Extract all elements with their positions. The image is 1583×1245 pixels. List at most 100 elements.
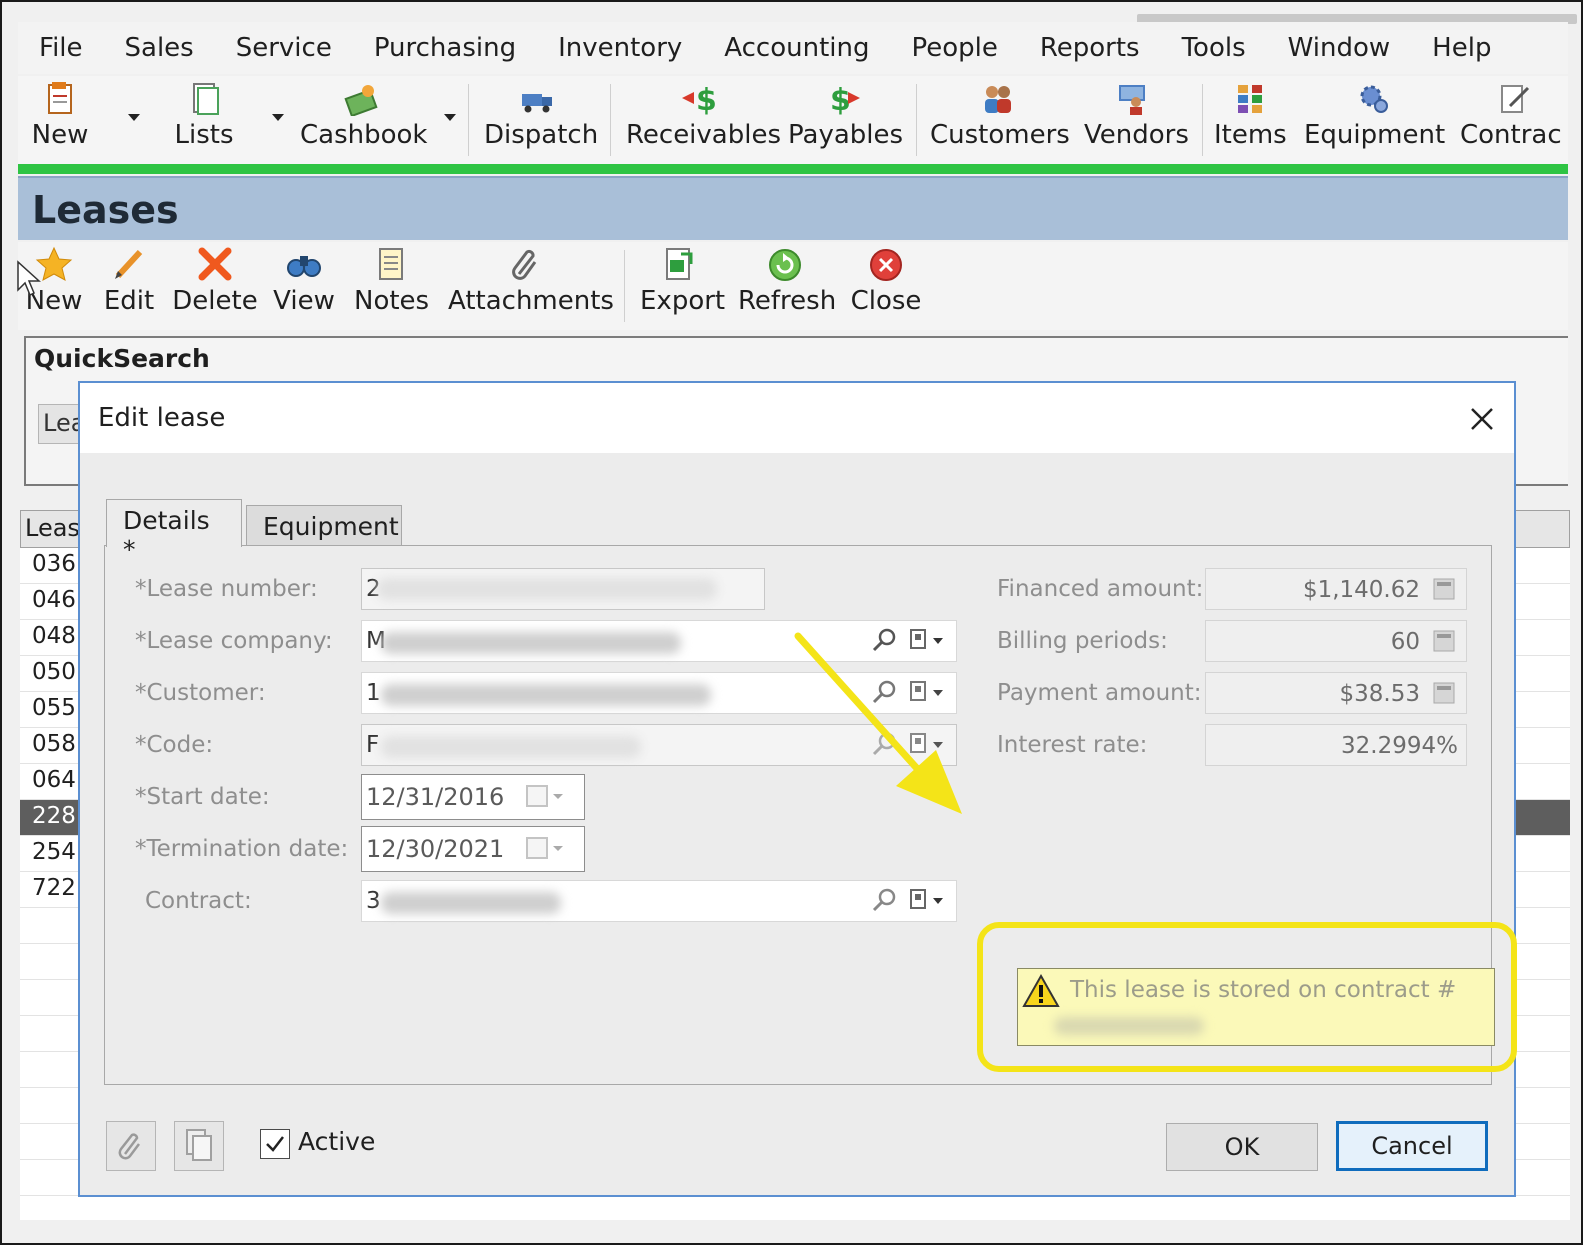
redacted-value (381, 736, 641, 758)
toolbar-vendors-button[interactable]: Vendors (1084, 76, 1189, 164)
code-label: *Code: (135, 732, 214, 758)
close-circle-icon (870, 249, 902, 281)
calculator-icon[interactable] (1433, 578, 1455, 600)
menu-file[interactable]: File (18, 33, 104, 63)
dialog-body: Details * Equipment *Lease number: 2 *Le… (80, 453, 1517, 1195)
toolbar-separator (610, 84, 611, 156)
refresh-icon (769, 249, 801, 281)
menu-people[interactable]: People (890, 33, 1018, 63)
lease-delete-button[interactable]: Delete (172, 242, 258, 330)
picker-dropdown-icon[interactable] (907, 730, 947, 758)
picker-dropdown-icon[interactable] (907, 678, 947, 706)
search-icon[interactable] (871, 626, 899, 654)
search-icon[interactable] (871, 886, 899, 914)
lease-edit-button[interactable]: Edit (102, 242, 156, 330)
payment-amount-field[interactable]: $38.53 (1205, 672, 1467, 714)
checkmark-icon (266, 1136, 284, 1152)
binoculars-icon (287, 256, 321, 277)
picker-dropdown-icon[interactable] (907, 886, 947, 914)
search-icon[interactable] (871, 730, 899, 758)
billing-periods-field[interactable]: 60 (1205, 620, 1467, 662)
customers-icon (985, 86, 1011, 113)
toolbar-receivables-button[interactable]: $ Receivables (626, 76, 781, 164)
lease-attachments-button[interactable]: Attachments (448, 242, 614, 330)
lease-view-button[interactable]: View (272, 242, 336, 330)
lease-notes-button[interactable]: Notes (354, 242, 429, 330)
cashbook-icon (344, 85, 378, 116)
grid-header-lease-column: Leas (25, 514, 80, 542)
menu-window[interactable]: Window (1267, 33, 1412, 63)
menu-sales[interactable]: Sales (104, 33, 215, 63)
cashbook-dropdown-arrow[interactable] (444, 114, 456, 121)
dialog-title: Edit lease (98, 403, 226, 433)
calendar-dropdown-icon[interactable] (525, 782, 569, 810)
calculator-icon[interactable] (1433, 682, 1455, 704)
active-label: Active (298, 1127, 376, 1156)
toolbar-cashbook-button[interactable]: Cashbook (300, 76, 428, 164)
page-title: Leases (32, 188, 179, 232)
export-icon (666, 248, 693, 280)
interest-rate-field[interactable]: 32.2994% (1205, 724, 1467, 766)
calendar-dropdown-icon[interactable] (525, 834, 569, 862)
toolbar-lists-button[interactable]: Lists (174, 76, 234, 164)
menu-service[interactable]: Service (215, 33, 353, 63)
items-icon (1238, 85, 1262, 113)
financed-amount-field[interactable]: $1,140.62 (1205, 568, 1467, 610)
menu-bar: File Sales Service Purchasing Inventory … (18, 22, 1568, 74)
lease-export-button[interactable]: Export (640, 242, 725, 330)
toolbar-contracts-button[interactable]: Contrac (1460, 76, 1568, 164)
menu-help[interactable]: Help (1411, 33, 1512, 63)
lists-dropdown-arrow[interactable] (272, 114, 284, 121)
ok-button[interactable]: OK (1166, 1123, 1318, 1171)
dispatch-truck-icon (522, 94, 552, 113)
cancel-button[interactable]: Cancel (1336, 1121, 1488, 1171)
paperclip-icon (512, 249, 537, 280)
financed-amount-label: Financed amount: (997, 576, 1204, 602)
new-dropdown-arrow[interactable] (128, 114, 140, 121)
copy-button[interactable] (174, 1121, 224, 1171)
toolbar-separator (1202, 84, 1203, 156)
contract-label: Contract: (145, 888, 252, 914)
new-document-icon (48, 82, 72, 114)
toolbar-dispatch-button[interactable]: Dispatch (484, 76, 598, 164)
toolbar-items-button[interactable]: Items (1214, 76, 1287, 164)
menu-accounting[interactable]: Accounting (703, 33, 890, 63)
toolbar-customers-button[interactable]: Customers (930, 76, 1070, 164)
toolbar-separator (624, 250, 625, 322)
main-toolbar: New Lists Cashbook Dispatch $ Receivable… (18, 76, 1568, 164)
active-checkbox[interactable] (260, 1129, 290, 1159)
menu-reports[interactable]: Reports (1019, 33, 1161, 63)
equipment-gear-icon (1360, 85, 1388, 113)
search-icon[interactable] (871, 678, 899, 706)
toolbar-separator (468, 84, 469, 156)
lease-close-button[interactable]: Close (850, 242, 922, 330)
tab-details[interactable]: Details * (106, 499, 242, 564)
quicksearch-label: QuickSearch (34, 344, 210, 373)
close-icon[interactable] (1464, 401, 1500, 437)
accent-bar (18, 164, 1568, 174)
toolbar-new-button[interactable]: New (30, 76, 90, 164)
menu-purchasing[interactable]: Purchasing (353, 33, 537, 63)
pencil-icon (115, 249, 143, 279)
details-tab-panel: *Lease number: 2 *Lease company: M *Cust… (104, 545, 1517, 1085)
module-header: Leases (18, 176, 1568, 240)
calculator-icon[interactable] (1433, 630, 1455, 652)
lease-company-label: *Lease company: (135, 628, 333, 654)
edit-lease-dialog: Edit lease Details * Equipment *Lease nu… (78, 381, 1517, 1197)
menu-tools[interactable]: Tools (1161, 33, 1267, 63)
menu-inventory[interactable]: Inventory (537, 33, 703, 63)
toolbar-payables-button[interactable]: $ Payables (788, 76, 903, 164)
attach-button[interactable] (106, 1121, 156, 1171)
payables-icon: $ (830, 83, 860, 116)
termination-date-label: *Termination date: (135, 836, 349, 862)
svg-text:$: $ (830, 83, 851, 116)
paperclip-icon (118, 1133, 140, 1160)
app-window: File Sales Service Purchasing Inventory … (0, 0, 1583, 1245)
redacted-value (381, 684, 711, 706)
toolbar-equipment-button[interactable]: Equipment (1304, 76, 1445, 164)
copy-icon (186, 1129, 212, 1161)
tab-equipment[interactable]: Equipment (246, 505, 402, 547)
picker-dropdown-icon[interactable] (907, 626, 947, 654)
lease-refresh-button[interactable]: Refresh (738, 242, 836, 330)
start-date-label: *Start date: (135, 784, 270, 810)
